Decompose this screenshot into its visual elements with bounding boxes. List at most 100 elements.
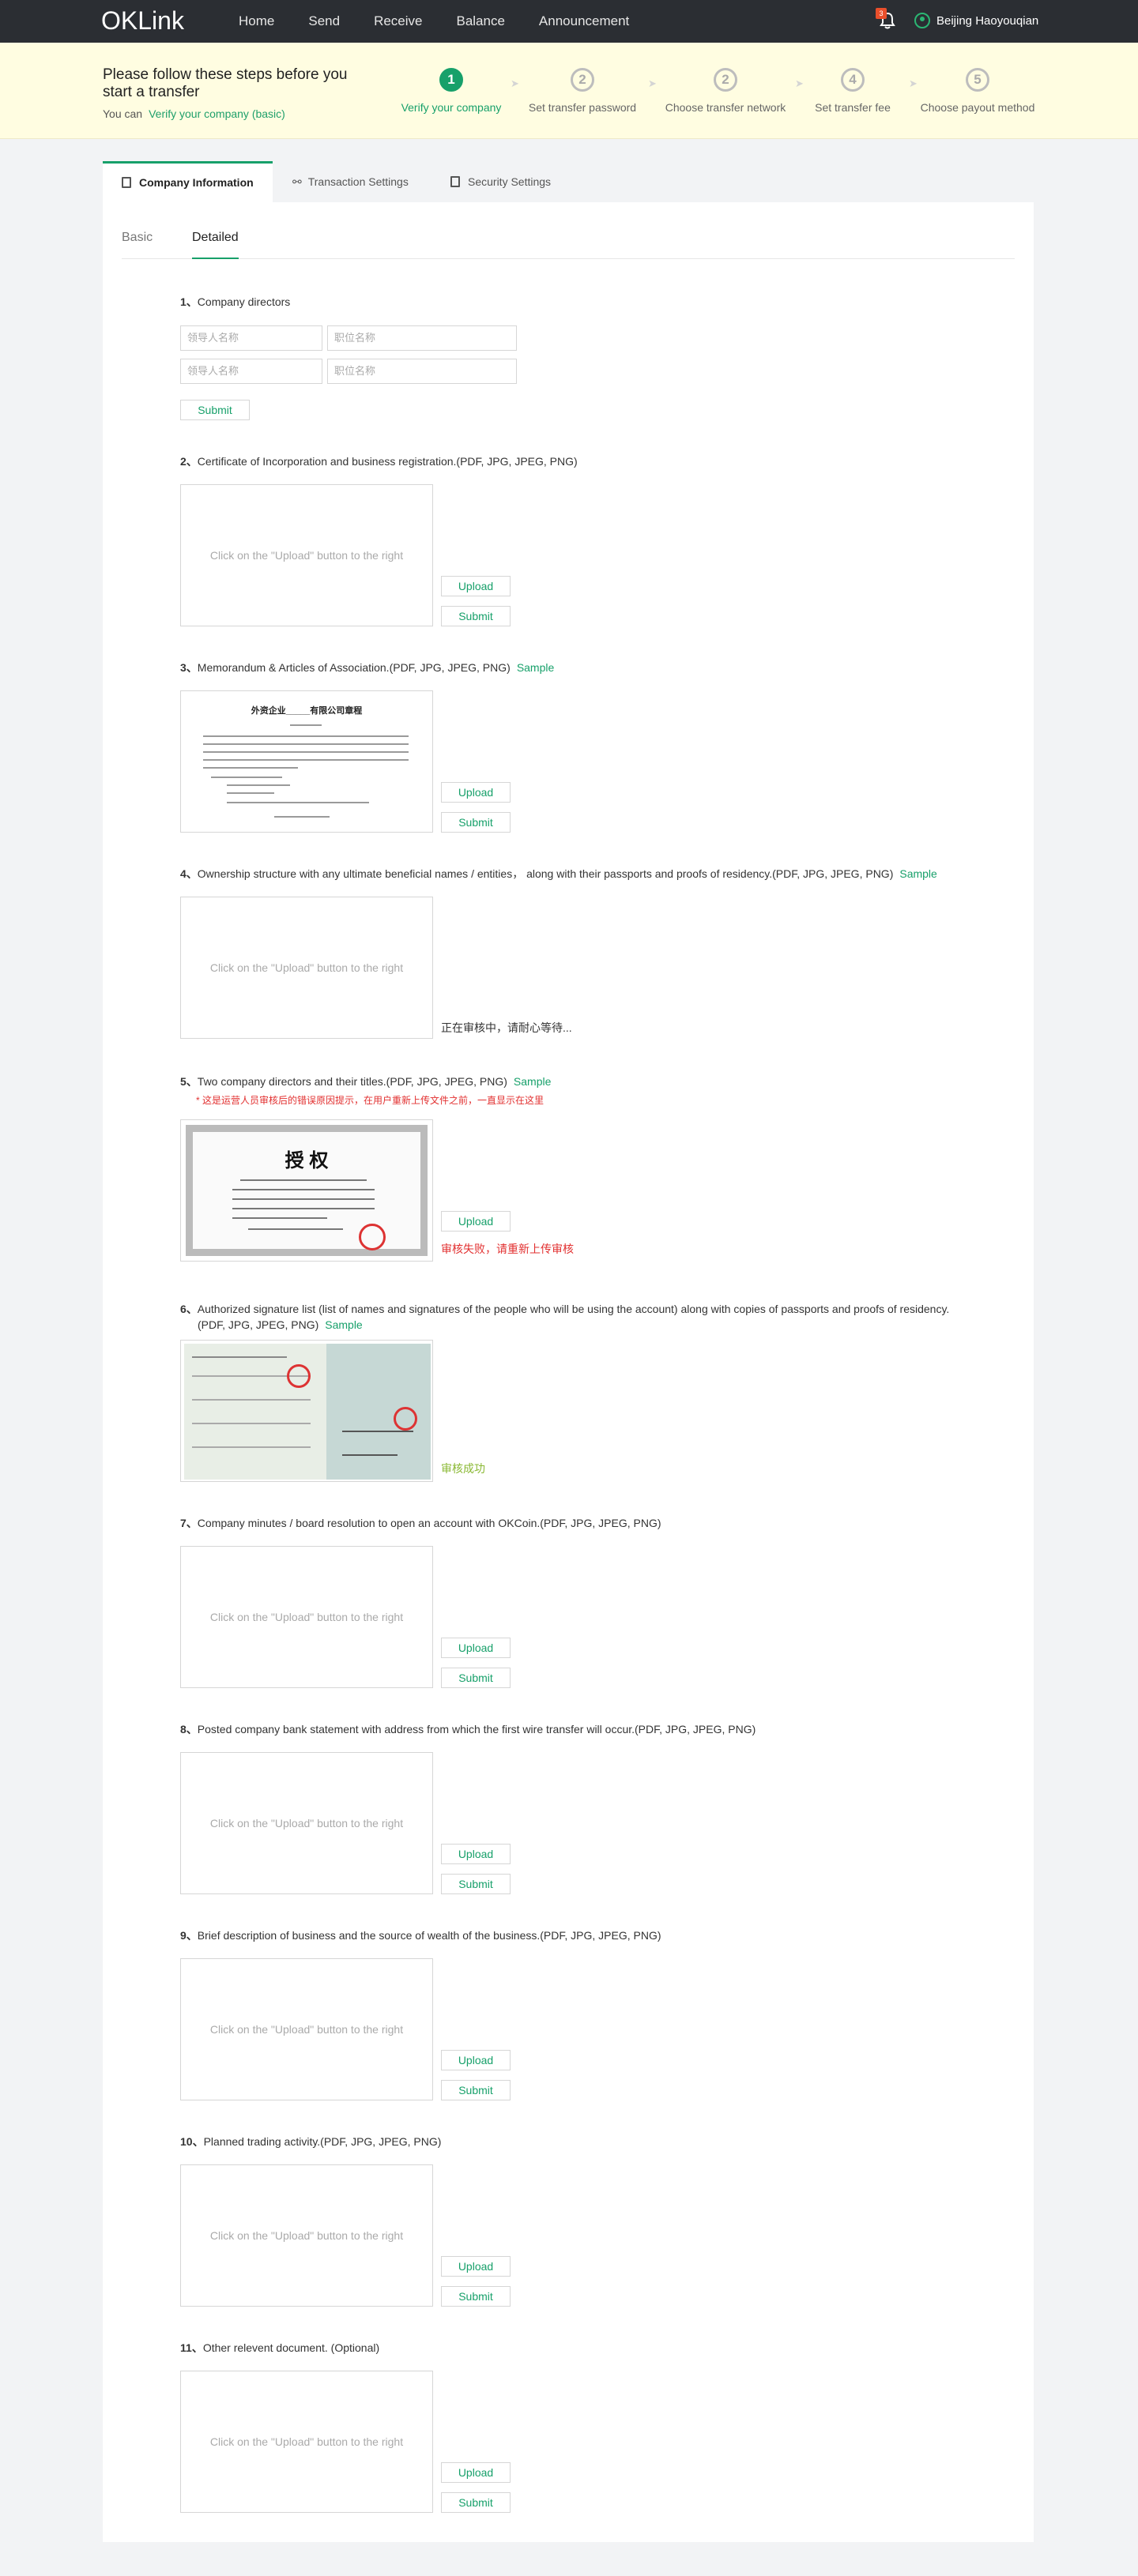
upload-button-8[interactable]: Upload xyxy=(441,1844,511,1864)
nav-balance[interactable]: Balance xyxy=(456,0,504,43)
question-text: Company directors xyxy=(197,295,291,308)
shield-icon xyxy=(450,176,460,187)
subtab-detailed[interactable]: Detailed xyxy=(192,226,239,259)
upload-preview-10: Click on the "Upload" button to the righ… xyxy=(180,2164,433,2307)
question-text: Two company directors and their titles.(… xyxy=(197,1075,507,1088)
question-number: 7、 xyxy=(180,1517,198,1529)
question-number: 1、 xyxy=(180,295,198,308)
upload-preview-6 xyxy=(180,1340,433,1482)
step-2[interactable]: 2 Set transfer password xyxy=(503,68,661,114)
submit-button-2[interactable]: Submit xyxy=(441,606,511,626)
question-11: 11、Other relevent document. (Optional) xyxy=(180,2340,379,2356)
question-number: 11、 xyxy=(180,2341,203,2354)
step-number: 2 xyxy=(714,68,737,92)
submit-button-11[interactable]: Submit xyxy=(441,2492,511,2513)
verify-company-link[interactable]: Verify your company (basic) xyxy=(149,107,285,120)
step-5[interactable]: 5 Choose payout method xyxy=(899,68,1057,114)
banner-subtext: You can Verify your company (basic) xyxy=(103,107,285,120)
sample-link-3[interactable]: Sample xyxy=(517,661,554,674)
certificate-title: 授 权 xyxy=(284,1150,329,1171)
upload-button-3[interactable]: Upload xyxy=(441,782,511,803)
notification-badge: 3 xyxy=(876,8,887,19)
you-can-label: You can xyxy=(103,107,143,120)
upload-button-5[interactable]: Upload xyxy=(441,1211,511,1232)
nav-send[interactable]: Send xyxy=(308,0,340,43)
question-number: 10、 xyxy=(180,2135,204,2148)
red-seal-icon xyxy=(287,1364,311,1388)
question-text: Other relevent document. (Optional) xyxy=(202,2341,380,2354)
upload-button-7[interactable]: Upload xyxy=(441,1638,511,1658)
red-seal-icon xyxy=(359,1224,386,1250)
step-label: Choose payout method xyxy=(920,101,1035,114)
upload-preview-2: Click on the "Upload" button to the righ… xyxy=(180,484,433,626)
submit-button-7[interactable]: Submit xyxy=(441,1668,511,1688)
question-text: Planned trading activity.(PDF, JPG, JPEG… xyxy=(203,2135,442,2148)
steps-banner: Please follow these steps before you sta… xyxy=(0,43,1138,139)
question-7: 7、Company minutes / board resolution to … xyxy=(180,1515,661,1531)
nav-receive[interactable]: Receive xyxy=(374,0,422,43)
question-text: Company minutes / board resolution to op… xyxy=(197,1517,661,1529)
upload-preview-5: 授 权 xyxy=(180,1119,433,1262)
director-title-input-1[interactable]: 职位名称 xyxy=(327,325,517,351)
upload-button-10[interactable]: Upload xyxy=(441,2256,511,2277)
submit-button-9[interactable]: Submit xyxy=(441,2080,511,2100)
sample-link-6[interactable]: Sample xyxy=(325,1318,362,1331)
user-menu[interactable]: Beijing Haoyouqian xyxy=(914,13,1038,28)
director-name-input-1[interactable]: 领导人名称 xyxy=(180,325,322,351)
director-name-input-2[interactable]: 领导人名称 xyxy=(180,359,322,384)
submit-button-8[interactable]: Submit xyxy=(441,1874,511,1894)
error-reason-message: * 这是运营人员审核后的错误原因提示，在用户重新上传文件之前，一直显示在这里 xyxy=(196,1095,545,1106)
oklink-logo[interactable]: OKLink xyxy=(101,6,184,36)
review-success-status: 审核成功 xyxy=(441,1462,485,1475)
authorization-certificate-image: 授 权 xyxy=(186,1125,428,1256)
upload-button-9[interactable]: Upload xyxy=(441,2050,511,2070)
question-1: 1、Company directors xyxy=(180,294,290,310)
sample-link-5[interactable]: Sample xyxy=(514,1075,551,1088)
sample-link-4[interactable]: Sample xyxy=(899,867,936,880)
question-3: 3、Memorandum & Articles of Association.(… xyxy=(180,660,554,675)
upload-preview-9: Click on the "Upload" button to the righ… xyxy=(180,1958,433,2100)
nav-announcement[interactable]: Announcement xyxy=(539,0,629,43)
question-formats: (PDF, JPG, JPEG, PNG) xyxy=(198,1318,319,1331)
question-number: 5、 xyxy=(180,1075,198,1088)
link-icon: ⚯ xyxy=(292,175,302,188)
question-number: 3、 xyxy=(180,661,198,674)
director-title-input-2[interactable]: 职位名称 xyxy=(327,359,517,384)
step-number: 1 xyxy=(439,68,463,92)
step-number: 4 xyxy=(841,68,865,92)
step-number: 2 xyxy=(571,68,594,92)
upload-button-11[interactable]: Upload xyxy=(441,2462,511,2483)
question-number: 2、 xyxy=(180,455,198,468)
tab-label: Company Information xyxy=(139,176,254,189)
submit-button-10[interactable]: Submit xyxy=(441,2286,511,2307)
articles-document-image: 外资企业_____有限公司章程 xyxy=(187,698,426,825)
question-number: 8、 xyxy=(180,1723,198,1736)
question-number: 6、 xyxy=(180,1303,198,1315)
main-card: Company Information ⚯ Transaction Setting… xyxy=(103,161,1034,2542)
upload-preview-4: Click on the "Upload" button to the righ… xyxy=(180,897,433,1039)
directors-submit-button[interactable]: Submit xyxy=(180,400,250,420)
question-9: 9、Brief description of business and the … xyxy=(180,1927,661,1943)
question-2: 2、Certificate of Incorporation and busin… xyxy=(180,453,578,469)
signature-document-photo xyxy=(184,1344,431,1480)
upload-preview-3: 外资企业_____有限公司章程 xyxy=(180,690,433,833)
user-name: Beijing Haoyouqian xyxy=(936,13,1039,28)
tab-company-information[interactable]: Company Information xyxy=(103,161,273,202)
tab-label: Security Settings xyxy=(468,175,552,188)
red-seal-icon xyxy=(394,1407,417,1431)
submit-button-3[interactable]: Submit xyxy=(441,812,511,833)
upload-button-2[interactable]: Upload xyxy=(441,576,511,596)
question-text: Brief description of business and the so… xyxy=(197,1929,661,1942)
subtab-basic[interactable]: Basic xyxy=(122,226,153,259)
tab-security-settings[interactable]: Security Settings xyxy=(450,161,551,202)
step-number: 5 xyxy=(966,68,989,92)
tab-transaction-settings[interactable]: ⚯ Transaction Settings xyxy=(292,161,409,202)
question-5: 5、Two company directors and their titles… xyxy=(180,1074,551,1089)
question-4: 4、Ownership structure with any ultimate … xyxy=(180,866,937,882)
question-text: Memorandum & Articles of Association.(PD… xyxy=(197,661,511,674)
top-navbar: OKLink Home Send Receive Balance Announc… xyxy=(0,0,1138,43)
subtab-bar: Basic Detailed xyxy=(122,226,1015,259)
nav-home[interactable]: Home xyxy=(239,0,274,43)
question-text: Certificate of Incorporation and busines… xyxy=(197,455,578,468)
step-label: Set transfer password xyxy=(528,101,637,114)
